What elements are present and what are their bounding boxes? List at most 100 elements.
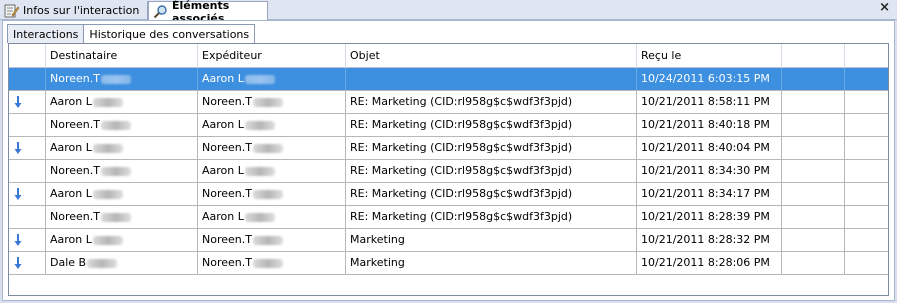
- redacted-text: [252, 189, 283, 199]
- objet-cell-text: RE: Marketing (CID:rl958g$c$wdf3f3pjd): [350, 164, 573, 177]
- direction-cell: [9, 68, 46, 90]
- destinataire-cell: Dale B: [46, 252, 198, 274]
- empty-cell: [782, 252, 845, 274]
- direction-cell: [9, 229, 46, 251]
- redacted-text: [92, 189, 123, 199]
- expediteur-cell-text: Noreen.T: [202, 256, 252, 269]
- objet-cell-text: RE: Marketing (CID:rl958g$c$wdf3f3pjd): [350, 210, 573, 223]
- expediteur-cell: Aaron L: [198, 160, 346, 182]
- table-row[interactable]: Noreen.T Aaron L RE: Marketing (CID:rl958g…: [9, 160, 888, 183]
- table-row[interactable]: Noreen.T Aaron L RE: Marketing (CID:rl958g…: [9, 114, 888, 137]
- destinataire-cell-text: Aaron L: [50, 233, 92, 246]
- filler-cell: [845, 137, 888, 159]
- column-header-direction[interactable]: [9, 44, 46, 68]
- objet-cell: RE: Marketing (CID:rl958g$c$wdf3f3pjd): [346, 160, 637, 182]
- expediteur-cell: Aaron L: [198, 206, 346, 228]
- sub-tab-strip: Interactions Historique des conversation…: [7, 24, 256, 44]
- associated-items-panel: Interactions Historique des conversation…: [2, 20, 895, 301]
- expediteur-cell-text: Noreen.T: [202, 95, 252, 108]
- expediteur-cell: Noreen.T: [198, 137, 346, 159]
- incoming-arrow-icon: [14, 257, 22, 269]
- tab-interactions[interactable]: Interactions: [7, 24, 85, 43]
- destinataire-cell-text: Noreen.T: [50, 72, 100, 85]
- column-header-destinataire[interactable]: Destinataire: [46, 44, 198, 68]
- expediteur-cell: Noreen.T: [198, 91, 346, 113]
- tab-interaction-info-label: Infos sur l'interaction: [23, 4, 140, 17]
- empty-cell: [782, 206, 845, 228]
- expediteur-cell: Noreen.T: [198, 252, 346, 274]
- incoming-arrow-icon: [14, 234, 22, 246]
- destinataire-cell-text: Aaron L: [50, 95, 92, 108]
- column-header-objet[interactable]: Objet: [346, 44, 637, 68]
- expediteur-cell-text: Noreen.T: [202, 233, 252, 246]
- filler-cell: [845, 183, 888, 205]
- direction-cell: [9, 137, 46, 159]
- empty-cell: [782, 137, 845, 159]
- objet-cell: RE: Marketing (CID:rl958g$c$wdf3f3pjd): [346, 183, 637, 205]
- recu-le-cell-text: 10/21/2011 8:28:39 PM: [641, 210, 770, 223]
- expediteur-cell: Noreen.T: [198, 229, 346, 251]
- recu-le-cell-text: 10/21/2011 8:34:30 PM: [641, 164, 770, 177]
- destinataire-cell: Noreen.T: [46, 68, 198, 90]
- expediteur-cell-text: Aaron L: [202, 72, 244, 85]
- destinataire-cell-text: Dale B: [50, 256, 87, 269]
- table-row[interactable]: Noreen.T Aaron L RE: Marketing (CID:rl958g…: [9, 206, 888, 229]
- redacted-text: [92, 97, 123, 107]
- column-header-recu-le[interactable]: Reçu le: [637, 44, 782, 68]
- column-header-expediteur[interactable]: Expéditeur: [198, 44, 346, 68]
- tab-conversation-history[interactable]: Historique des conversations: [83, 24, 256, 44]
- empty-cell: [782, 229, 845, 251]
- empty-cell: [782, 160, 845, 182]
- objet-cell-text: Marketing: [350, 256, 405, 269]
- recu-le-cell-text: 10/24/2011 6:03:15 PM: [641, 72, 770, 85]
- redacted-text: [87, 258, 118, 268]
- recu-le-cell-text: 10/21/2011 8:28:06 PM: [641, 256, 770, 269]
- top-tab-strip: Infos sur l'interaction Éléments associé…: [0, 0, 897, 25]
- expediteur-cell-text: Aaron L: [202, 210, 244, 223]
- redacted-text: [252, 235, 283, 245]
- column-header-empty[interactable]: [782, 44, 845, 68]
- table-row[interactable]: Aaron L Noreen.T RE: Marketing (CID:rl958g…: [9, 137, 888, 160]
- direction-cell: [9, 91, 46, 113]
- objet-cell-text: RE: Marketing (CID:rl958g$c$wdf3f3pjd): [350, 187, 573, 200]
- objet-cell: RE: Marketing (CID:rl958g$c$wdf3f3pjd): [346, 206, 637, 228]
- empty-cell: [782, 183, 845, 205]
- close-icon[interactable]: ×: [879, 0, 890, 15]
- recu-le-cell-text: 10/21/2011 8:28:32 PM: [641, 233, 770, 246]
- recu-le-cell-text: 10/21/2011 8:34:17 PM: [641, 187, 770, 200]
- destinataire-cell: Aaron L: [46, 91, 198, 113]
- table-row[interactable]: Aaron L Noreen.T RE: Marketing (CID:rl958g…: [9, 91, 888, 114]
- filler-cell: [845, 252, 888, 274]
- recu-le-cell-text: 10/21/2011 8:58:11 PM: [641, 95, 770, 108]
- table-row[interactable]: Noreen.T Aaron L 10/24/2011 6:03:15 PM: [9, 68, 888, 91]
- tab-interaction-info[interactable]: Infos sur l'interaction: [0, 1, 148, 20]
- recu-le-cell-text: 10/21/2011 8:40:04 PM: [641, 141, 770, 154]
- incoming-arrow-icon: [14, 96, 22, 108]
- redacted-text: [92, 235, 123, 245]
- redacted-text: [100, 166, 131, 176]
- table-row[interactable]: Dale B Noreen.T Marketing 10/21/2011 8:28:0…: [9, 252, 888, 275]
- direction-cell: [9, 160, 46, 182]
- tab-associated-items[interactable]: Éléments associés: [148, 0, 268, 25]
- edit-document-icon: [4, 3, 20, 18]
- empty-cell: [782, 68, 845, 90]
- expediteur-cell: Aaron L: [198, 68, 346, 90]
- recu-le-cell-text: 10/21/2011 8:40:18 PM: [641, 118, 770, 131]
- filler-cell: [845, 68, 888, 90]
- destinataire-cell: Aaron L: [46, 183, 198, 205]
- redacted-text: [252, 258, 283, 268]
- table-row[interactable]: Aaron L Noreen.T RE: Marketing (CID:rl958g…: [9, 183, 888, 206]
- direction-cell: [9, 114, 46, 136]
- objet-cell: RE: Marketing (CID:rl958g$c$wdf3f3pjd): [346, 91, 637, 113]
- destinataire-cell-text: Noreen.T: [50, 164, 100, 177]
- recu-le-cell: 10/21/2011 8:34:30 PM: [637, 160, 782, 182]
- filler-cell: [845, 91, 888, 113]
- redacted-text: [244, 74, 275, 84]
- redacted-text: [100, 212, 131, 222]
- redacted-text: [100, 74, 131, 84]
- redacted-text: [252, 97, 283, 107]
- recu-le-cell: 10/24/2011 6:03:15 PM: [637, 68, 782, 90]
- filler-cell: [845, 206, 888, 228]
- recu-le-cell: 10/21/2011 8:34:17 PM: [637, 183, 782, 205]
- table-row[interactable]: Aaron L Noreen.T Marketing 10/21/2011 8:28:…: [9, 229, 888, 252]
